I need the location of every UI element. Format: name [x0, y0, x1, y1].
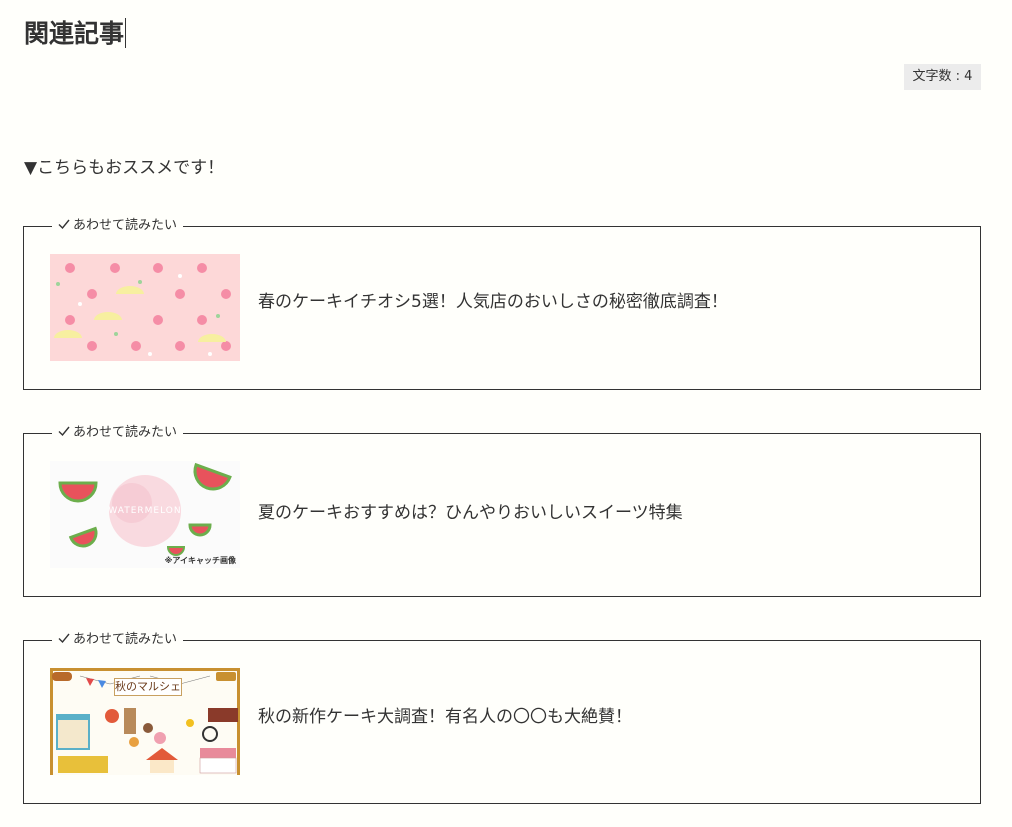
page-title[interactable]: 関連記事 — [24, 18, 127, 50]
spring-flower-thumbnail[interactable] — [50, 254, 240, 361]
related-article-card[interactable]: あわせて読みたい 秋のマルシェ 秋の新作ケーキ大調査！有名人の〇〇も大絶賛！ — [23, 631, 981, 804]
card-label: あわせて読みたい — [52, 217, 184, 235]
page-title-text: 関連記事 — [24, 19, 125, 48]
char-count-badge: 文字数 : 4 — [904, 64, 981, 90]
check-icon — [58, 219, 70, 230]
thumbnail-center-text: WATERMELON — [108, 506, 182, 516]
card-label: あわせて読みたい — [52, 631, 184, 649]
thumbnail-center-text: 秋のマルシェ — [114, 678, 182, 696]
card-title-link[interactable]: 夏のケーキおすすめは？ひんやりおいしいスイーツ特集 — [258, 501, 683, 525]
related-article-card[interactable]: あわせて読みたい WATERMELON ※アイキャッチ画像 夏のケーキおすすめは… — [23, 424, 981, 597]
check-icon — [58, 633, 70, 644]
card-label: あわせて読みたい — [52, 424, 184, 442]
watermelon-thumbnail[interactable]: WATERMELON ※アイキャッチ画像 — [50, 461, 240, 568]
autumn-market-thumbnail[interactable]: 秋のマルシェ — [50, 668, 240, 775]
recommend-text: ▼こちらもおススメです！ — [24, 158, 225, 178]
check-icon — [58, 426, 70, 437]
card-title-link[interactable]: 春のケーキイチオシ5選！人気店のおいしさの秘密徹底調査！ — [258, 290, 728, 314]
related-article-card[interactable]: あわせて読みたい 春のケーキイチオシ5選！人気店のおいしさの秘密徹底調査！ — [23, 217, 981, 390]
thumbnail-caption: ※アイキャッチ画像 — [164, 556, 236, 565]
text-caret — [125, 18, 127, 48]
card-title-link[interactable]: 秋の新作ケーキ大調査！有名人の〇〇も大絶賛！ — [258, 705, 632, 729]
